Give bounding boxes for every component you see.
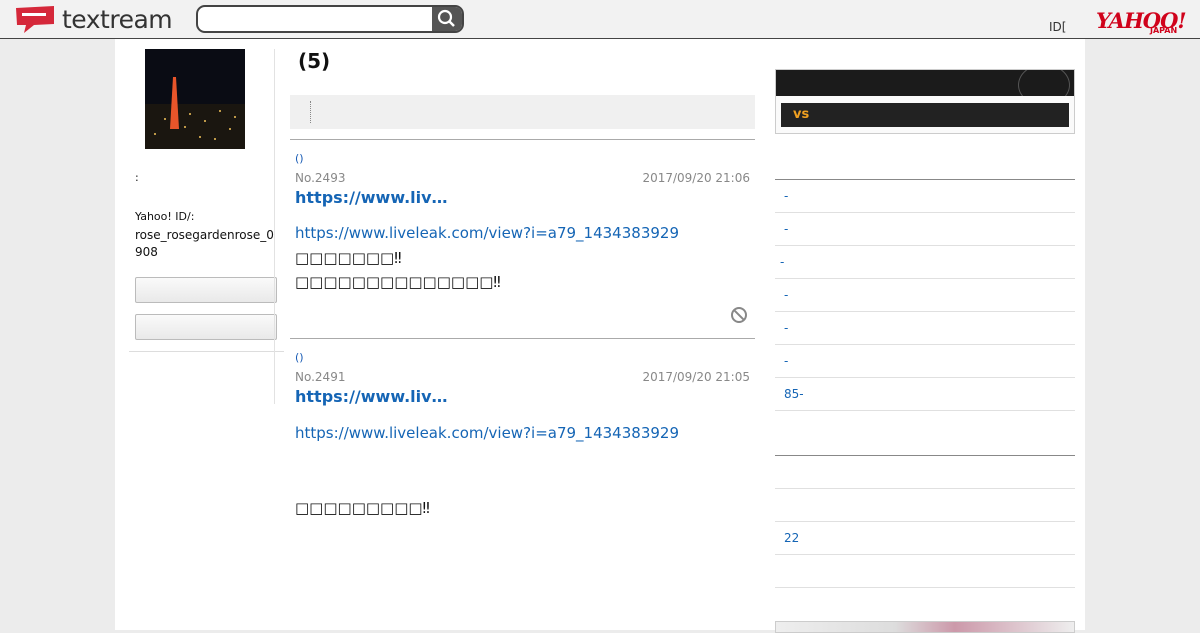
sports-matchup[interactable]: vs — [781, 103, 1069, 127]
sidebar-list-item[interactable] — [775, 489, 1075, 522]
profile-button-2[interactable] — [135, 314, 277, 340]
sports-widget-header — [776, 70, 1074, 96]
column-divider — [274, 49, 275, 404]
post-link[interactable]: https://www.liveleak.com/view?i=a79_1434… — [295, 424, 679, 442]
sidebar-list-item[interactable]: - — [775, 180, 1075, 213]
sidebar-list-item[interactable]: - — [775, 246, 1075, 279]
sidebar-list-item[interactable]: 85- — [775, 378, 1075, 411]
sports-widget[interactable]: vs — [775, 69, 1075, 134]
toolbar-divider — [310, 101, 311, 123]
post-date: 2017/09/20 21:05 — [642, 370, 750, 384]
profile-divider — [129, 351, 284, 352]
logo-text: textream — [62, 4, 173, 34]
search-input[interactable] — [204, 9, 428, 31]
post-body: □□□□□□□‼ □□□□□□□□□□□□□□‼ — [295, 246, 501, 294]
sidebar-list-item[interactable]: - — [775, 279, 1075, 312]
textream-logo[interactable]: textream — [14, 4, 173, 34]
sidebar-list-item[interactable]: - — [775, 345, 1075, 378]
post-body: □□□□□□□□□‼ — [295, 496, 430, 520]
profile-colon-label: : — [135, 171, 139, 184]
sidebar-list-item[interactable]: - — [775, 213, 1075, 246]
speech-bubble-logo-icon — [14, 4, 56, 34]
post-author[interactable]: () — [295, 351, 304, 364]
search-box — [196, 5, 464, 33]
page-content: : Yahoo! ID/: rose_rosegardenrose_0908 (… — [115, 39, 1085, 633]
yahoo-id-label: Yahoo! ID/: — [135, 210, 195, 223]
post-title[interactable]: https://www.liv… — [295, 387, 448, 406]
search-button[interactable] — [432, 7, 462, 31]
profile-button-1[interactable] — [135, 277, 277, 303]
post-text-line: □□□□□□□‼ — [295, 249, 402, 267]
global-header: textream ID[ YAHOO! JAPAN — [0, 0, 1200, 39]
yahoo-id-value: rose_rosegardenrose_0908 — [135, 228, 274, 259]
sidebar-ad-banner[interactable] — [775, 621, 1075, 633]
sidebar-list-item[interactable] — [775, 411, 1075, 444]
sidebar-list-item[interactable]: 22 — [775, 522, 1075, 555]
sidebar-list-item[interactable]: - — [775, 312, 1075, 345]
page-title: (5) — [298, 49, 331, 73]
avatar[interactable] — [145, 49, 245, 149]
search-icon — [437, 9, 455, 27]
post-item: () No.2491 2017/09/20 21:05 https://www.… — [290, 338, 755, 631]
post-text-line: □□□□□□□□□□□□□□‼ — [295, 273, 501, 291]
login-id-text[interactable]: ID[ — [1049, 20, 1066, 34]
post-number: No.2491 — [295, 370, 346, 384]
sidebar-list-item[interactable] — [775, 456, 1075, 489]
sidebar-list-item[interactable] — [775, 555, 1075, 588]
post-text-line: □□□□□□□□□‼ — [295, 499, 430, 517]
post-date: 2017/09/20 21:06 — [642, 171, 750, 185]
post-number: No.2493 — [295, 171, 346, 185]
post-toolbar — [290, 95, 755, 129]
yahoo-japan-sub: JAPAN — [1150, 26, 1178, 35]
baseball-icon — [1018, 70, 1070, 96]
post-link[interactable]: https://www.liveleak.com/view?i=a79_1434… — [295, 224, 679, 242]
night-city-avatar-image — [145, 49, 245, 149]
post-item: () No.2493 2017/09/20 21:06 https://www.… — [290, 139, 755, 339]
post-title[interactable]: https://www.liv… — [295, 188, 448, 207]
post-author[interactable]: () — [295, 152, 304, 165]
block-icon[interactable] — [731, 307, 747, 323]
